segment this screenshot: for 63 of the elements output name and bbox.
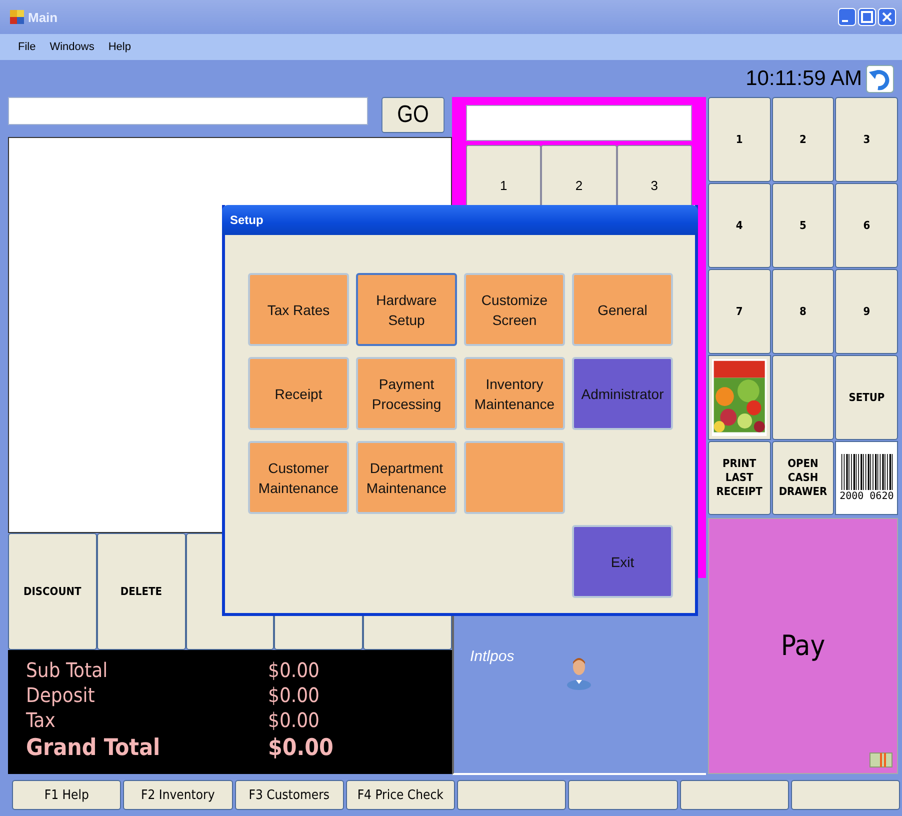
blank-button[interactable] — [457, 780, 566, 810]
clock: 10:11:59 AM — [746, 66, 862, 90]
action-button[interactable]: DELETE — [96, 533, 186, 650]
barcode-number: 2000 0620 — [840, 491, 894, 502]
total-label: Tax — [26, 708, 56, 733]
keypad-key[interactable]: 9 — [835, 269, 898, 354]
close-icon[interactable] — [878, 8, 896, 26]
minimize-icon[interactable] — [838, 8, 856, 26]
keypad-key[interactable]: 7 — [708, 269, 771, 354]
keypad-key[interactable]: 5 — [772, 183, 834, 268]
keypad-key[interactable]: OPEN CASH DRAWER — [772, 441, 834, 515]
maximize-icon[interactable] — [858, 8, 876, 26]
undo-icon[interactable] — [866, 64, 894, 92]
total-value: $0.00 — [268, 734, 334, 763]
user-icon — [566, 656, 592, 690]
menu-item[interactable]: Help — [108, 41, 131, 53]
setup-button[interactable]: Inventory Maintenance — [464, 357, 565, 430]
total-label: Sub Total — [26, 658, 109, 683]
function-key[interactable]: F1 Help — [12, 780, 122, 810]
blank-key[interactable] — [772, 355, 834, 440]
money-icon — [869, 751, 893, 769]
barcode[interactable]: 2000 0620 — [835, 441, 898, 515]
dialog-title: Setup — [230, 213, 264, 227]
brand-label: Intlpos — [470, 648, 514, 665]
setup-button[interactable]: General — [572, 273, 673, 346]
keypad-key[interactable]: 2 — [772, 97, 834, 182]
total-label: Grand Total — [26, 734, 162, 763]
keypad-key[interactable]: 1 — [708, 97, 771, 182]
setup-button[interactable]: Payment Processing — [356, 357, 457, 430]
setup-button[interactable]: Customize Screen — [464, 273, 565, 346]
search-field[interactable] — [8, 97, 368, 125]
keypad-key[interactable]: 6 — [835, 183, 898, 268]
action-button[interactable]: DISCOUNT — [8, 533, 97, 650]
exit-button[interactable]: Exit — [572, 525, 673, 598]
function-key[interactable]: F4 Price Check — [346, 780, 455, 810]
menu-item[interactable]: Windows — [50, 41, 94, 53]
app-icon — [10, 10, 24, 24]
menu-item[interactable]: File — [18, 41, 36, 53]
keypad-key[interactable]: PRINT LAST RECEIPT — [708, 441, 771, 515]
setup-button[interactable]: Hardware Setup — [356, 273, 457, 346]
go-button[interactable]: GO — [382, 97, 444, 133]
blank-button[interactable] — [568, 780, 678, 810]
setup-button[interactable]: Customer Maintenance — [248, 441, 349, 514]
pay-button[interactable]: Pay — [708, 518, 898, 774]
total-value: $0.00 — [268, 683, 320, 708]
keypad-key[interactable]: 8 — [772, 269, 834, 354]
barcode-drawing — [838, 454, 895, 490]
blank-button[interactable] — [680, 780, 789, 810]
window-title: Main — [28, 10, 58, 24]
function-key[interactable]: F2 Inventory — [123, 780, 232, 810]
setup-button[interactable]: Receipt — [248, 357, 349, 430]
setup-button[interactable]: Administrator — [572, 357, 673, 430]
total-value: $0.00 — [268, 658, 320, 683]
total-label: Deposit — [26, 683, 96, 708]
setup-button[interactable]: Tax Rates — [248, 273, 349, 346]
keypad-key[interactable]: SETUP — [835, 355, 898, 440]
keypad-key[interactable]: 4 — [708, 183, 771, 268]
function-key[interactable]: F3 Customers — [234, 780, 344, 810]
blank-button[interactable] — [790, 780, 900, 810]
entry-field[interactable] — [466, 105, 692, 141]
total-value: $0.00 — [268, 708, 320, 733]
setup-button[interactable]: Department Maintenance — [356, 441, 457, 514]
keypad-key[interactable]: 3 — [835, 97, 898, 182]
